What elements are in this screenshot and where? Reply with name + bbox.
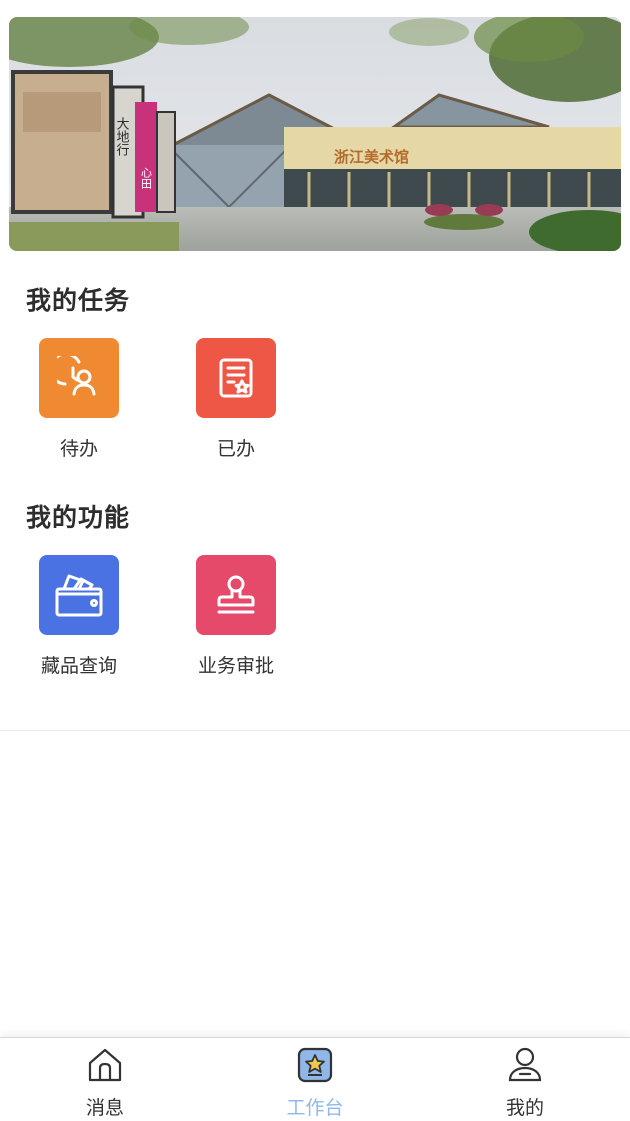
task-todo[interactable]: 待办 (0, 338, 159, 461)
tab-workbench-label: 工作台 (286, 1097, 344, 1119)
task-todo-label: 待办 (59, 438, 98, 460)
function-business-approval[interactable]: 业务审批 (156, 555, 316, 678)
task-done-label: 已办 (216, 438, 255, 460)
section-title-functions: 我的功能 (26, 503, 131, 532)
tab-mine[interactable]: 我的 (455, 1046, 595, 1120)
workbench-star-icon (245, 1046, 385, 1084)
user-icon (455, 1046, 595, 1084)
tab-messages[interactable]: 消息 (35, 1046, 175, 1120)
board-text-1: 大地行 (114, 117, 130, 157)
tab-messages-label: 消息 (85, 1097, 124, 1119)
banner-image[interactable]: 浙江美术馆 大地行 心田 (9, 17, 621, 251)
user-clock-icon (39, 338, 119, 418)
museum-photo: 浙江美术馆 大地行 心田 (9, 17, 621, 251)
wallet-icon (39, 555, 119, 635)
home-icon (35, 1046, 175, 1084)
content-divider (0, 730, 630, 731)
function-collection-query[interactable]: 藏品查询 (0, 555, 159, 678)
tab-mine-label: 我的 (505, 1097, 544, 1119)
museum-sign: 浙江美术馆 (334, 148, 409, 166)
function-collection-query-label: 藏品查询 (40, 655, 117, 677)
bottom-tab-bar: 消息 工作台 我的 (0, 1037, 630, 1121)
section-title-tasks: 我的任务 (26, 286, 131, 315)
stamp-icon (196, 555, 276, 635)
board-text-2: 心田 (140, 167, 153, 189)
tab-workbench[interactable]: 工作台 (245, 1046, 385, 1120)
document-star-icon (196, 338, 276, 418)
task-done[interactable]: 已办 (156, 338, 316, 461)
function-business-approval-label: 业务审批 (197, 655, 274, 677)
